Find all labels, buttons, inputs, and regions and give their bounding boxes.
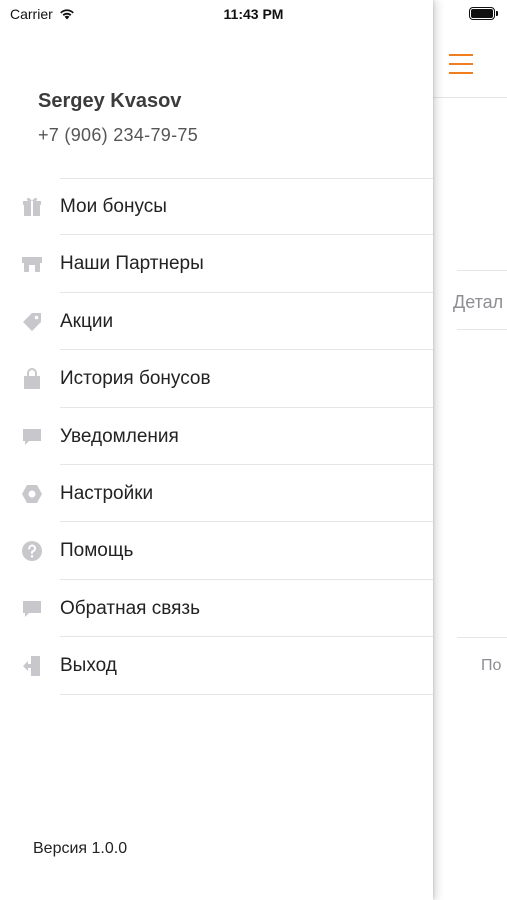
menu-item-label: Наши Партнеры bbox=[60, 253, 204, 275]
menu-item-label: Обратная связь bbox=[60, 597, 200, 619]
menu-item-partners[interactable]: Наши Партнеры bbox=[0, 235, 433, 294]
menu-item-label: Выход bbox=[60, 655, 117, 677]
menu-item-label: История бонусов bbox=[60, 368, 211, 390]
help-icon bbox=[20, 539, 44, 563]
menu-item-my-bonuses[interactable]: Мои бонусы bbox=[0, 178, 433, 236]
main-header bbox=[433, 30, 507, 98]
main-screen: Детал По bbox=[433, 0, 507, 900]
battery-icon bbox=[469, 7, 498, 20]
main-bottom-label[interactable]: По bbox=[481, 657, 501, 675]
side-drawer: Sergey Kvasov +7 (906) 234-79-75 Мои бон… bbox=[0, 0, 433, 900]
status-time: 11:43 PM bbox=[223, 6, 284, 22]
status-bar: Carrier 11:43 PM bbox=[0, 0, 507, 30]
feedback-icon bbox=[20, 597, 44, 621]
user-name: Sergey Kvasov bbox=[38, 90, 182, 112]
tag-icon bbox=[20, 310, 44, 334]
divider bbox=[457, 329, 507, 330]
menu-item-label: Настройки bbox=[60, 482, 154, 504]
details-label[interactable]: Детал bbox=[453, 292, 503, 313]
menu-item-bonus-history[interactable]: История бонусов bbox=[0, 350, 433, 408]
gift-icon bbox=[20, 195, 44, 219]
menu-item-notifications[interactable]: Уведомления bbox=[0, 408, 433, 466]
user-phone: +7 (906) 234-79-75 bbox=[38, 125, 199, 145]
menu-item-feedback[interactable]: Обратная связь bbox=[0, 580, 433, 638]
settings-icon bbox=[20, 482, 44, 506]
hamburger-menu-icon[interactable] bbox=[449, 54, 473, 74]
menu-item-help[interactable]: Помощь bbox=[0, 522, 433, 581]
menu-item-settings[interactable]: Настройки bbox=[0, 465, 433, 523]
app-version: Версия 1.0.0 bbox=[33, 840, 128, 857]
menu-item-label: Мои бонусы bbox=[60, 196, 167, 217]
divider bbox=[457, 270, 507, 271]
shopping-bag-icon bbox=[20, 367, 44, 391]
drawer-menu: Мои бонусы Наши Партнеры Акции История б… bbox=[0, 178, 433, 695]
logout-icon bbox=[20, 654, 44, 678]
store-icon bbox=[20, 252, 44, 276]
menu-item-label: Акции bbox=[60, 310, 114, 332]
menu-item-logout[interactable]: Выход bbox=[0, 637, 433, 695]
message-icon bbox=[20, 425, 44, 449]
menu-item-promotions[interactable]: Акции bbox=[0, 293, 433, 351]
menu-item-label: Уведомления bbox=[60, 425, 179, 447]
divider bbox=[457, 637, 507, 638]
menu-item-label: Помощь bbox=[60, 540, 134, 562]
